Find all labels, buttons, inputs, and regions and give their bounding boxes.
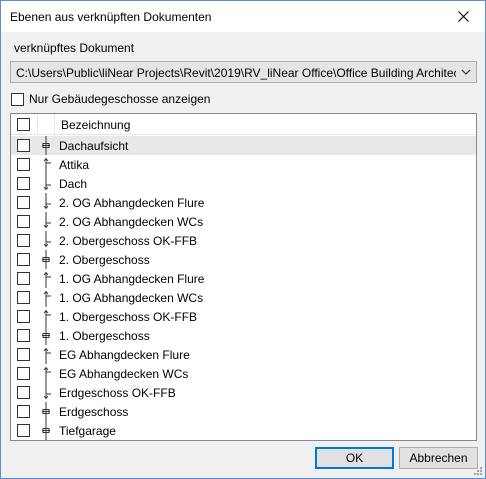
reference-below-icon — [43, 193, 51, 210]
level-name: Dach — [59, 177, 88, 191]
window-title: Ebenen aus verknüpften Dokumenten — [10, 10, 212, 24]
reference-above-icon — [43, 309, 51, 326]
level-row[interactable]: Dach — [11, 174, 476, 193]
dialog-window: Ebenen aus verknüpften Dokumenten verknü… — [0, 0, 486, 479]
reference-above-icon — [43, 290, 51, 307]
level-row[interactable]: Erdgeschoss OK-FFB — [11, 383, 476, 402]
level-marker-icon — [42, 250, 50, 269]
linked-document-label: verknüpftes Dokument — [14, 41, 135, 55]
level-row[interactable]: EG Abhangdecken WCs — [11, 364, 476, 383]
reference-below-icon — [43, 212, 51, 229]
level-checkbox[interactable] — [17, 367, 30, 380]
levels-grid[interactable]: Bezeichnung Dachaufsicht Attika Dach 2. OG … — [10, 113, 477, 441]
level-marker-icon — [42, 421, 50, 440]
level-checkbox[interactable] — [17, 329, 30, 342]
level-row[interactable]: 1. OG Abhangdecken WCs — [11, 288, 476, 307]
level-row[interactable]: Tiefgarage — [11, 421, 476, 440]
level-row[interactable]: Dachaufsicht — [11, 136, 476, 155]
reference-below-icon — [43, 174, 51, 191]
reference-above-icon — [43, 347, 51, 364]
level-name: EG Abhangdecken Flure — [59, 348, 190, 362]
level-name: Attika — [59, 158, 90, 172]
only-building-levels-option[interactable]: Nur Gebäudegeschosse anzeigen — [11, 92, 210, 106]
level-row[interactable]: EG Abhangdecken Flure — [11, 345, 476, 364]
title-bar[interactable]: Ebenen aus verknüpften Dokumenten — [1, 1, 485, 32]
reference-above-icon — [43, 271, 51, 288]
level-checkbox[interactable] — [17, 196, 30, 209]
level-row[interactable]: 2. Obergeschoss — [11, 250, 476, 269]
level-checkbox[interactable] — [17, 139, 30, 152]
resize-grip-icon[interactable] — [471, 464, 483, 476]
level-checkbox[interactable] — [17, 348, 30, 361]
level-checkbox[interactable] — [17, 253, 30, 266]
close-icon — [457, 11, 469, 22]
level-name: 2. Obergeschoss — [59, 253, 150, 267]
level-row[interactable]: 1. Obergeschoss — [11, 326, 476, 345]
reference-above-icon — [43, 366, 51, 383]
level-checkbox[interactable] — [17, 272, 30, 285]
level-name: 1. Obergeschoss OK-FFB — [59, 310, 198, 324]
level-row[interactable]: 1. OG Abhangdecken Flure — [11, 269, 476, 288]
linked-document-value: C:\Users\Public\liNear Projects\Revit\20… — [16, 66, 456, 80]
level-checkbox[interactable] — [17, 177, 30, 190]
reference-below-icon — [43, 383, 51, 400]
level-row[interactable]: 2. OG Abhangdecken WCs — [11, 212, 476, 231]
level-row[interactable]: Attika — [11, 155, 476, 174]
level-name: 2. Obergeschoss OK-FFB — [59, 234, 198, 248]
level-row[interactable]: Erdgeschoss — [11, 402, 476, 421]
level-checkbox[interactable] — [17, 291, 30, 304]
only-building-levels-checkbox[interactable] — [11, 92, 24, 106]
header-divider — [37, 114, 38, 134]
only-building-levels-label: Nur Gebäudegeschosse anzeigen — [29, 92, 211, 106]
level-row[interactable]: 2. OG Abhangdecken Flure — [11, 193, 476, 212]
level-checkbox[interactable] — [17, 158, 30, 171]
level-checkbox[interactable] — [17, 234, 30, 247]
level-name: 1. OG Abhangdecken Flure — [59, 272, 205, 286]
level-checkbox[interactable] — [17, 310, 30, 323]
level-name: 2. OG Abhangdecken WCs — [59, 215, 204, 229]
level-name: 2. OG Abhangdecken Flure — [59, 196, 205, 210]
cancel-button[interactable]: Abbrechen — [399, 447, 478, 469]
level-name: Erdgeschoss OK-FFB — [59, 386, 176, 400]
select-all-checkbox[interactable] — [17, 118, 30, 131]
reference-above-icon — [43, 157, 51, 174]
level-marker-icon — [42, 136, 50, 155]
level-name: Erdgeschoss — [59, 405, 129, 419]
reference-below-icon — [43, 231, 51, 248]
level-marker-icon — [42, 402, 50, 421]
level-checkbox[interactable] — [17, 215, 30, 228]
level-name: 1. OG Abhangdecken WCs — [59, 291, 204, 305]
level-name: 1. Obergeschoss — [59, 329, 150, 343]
level-row[interactable]: 1. Obergeschoss OK-FFB — [11, 307, 476, 326]
column-header-name[interactable]: Bezeichnung — [61, 118, 130, 132]
level-name: Tiefgarage — [59, 424, 116, 438]
level-marker-icon — [42, 326, 50, 345]
linked-document-select[interactable]: C:\Users\Public\liNear Projects\Revit\20… — [10, 61, 477, 83]
chevron-down-icon — [461, 69, 471, 75]
header-divider — [54, 114, 55, 134]
level-name: EG Abhangdecken WCs — [59, 367, 189, 381]
level-checkbox[interactable] — [17, 386, 30, 399]
level-name: Dachaufsicht — [59, 139, 129, 153]
close-button[interactable] — [441, 1, 485, 32]
ok-button[interactable]: OK — [315, 447, 394, 469]
level-checkbox[interactable] — [17, 405, 30, 418]
grid-header: Bezeichnung — [11, 114, 476, 135]
level-checkbox[interactable] — [17, 424, 30, 437]
level-row[interactable]: 2. Obergeschoss OK-FFB — [11, 231, 476, 250]
